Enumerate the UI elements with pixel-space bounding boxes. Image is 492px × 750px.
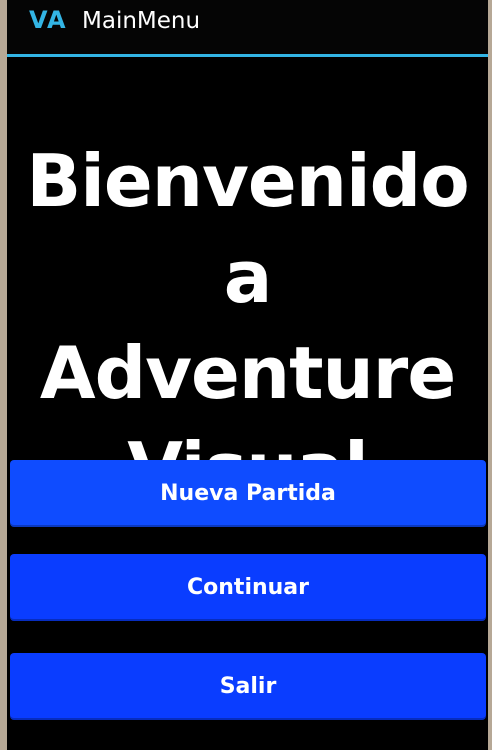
app-logo-icon[interactable]: VA (29, 6, 67, 34)
action-bar: VA MainMenu (7, 0, 488, 57)
action-bar-title: MainMenu (82, 8, 201, 34)
continue-button[interactable]: Continuar (10, 554, 486, 621)
app-screen: VA MainMenu Bienvenido a Adventure Visua… (7, 0, 488, 750)
welcome-line-1: Bienvenido a (26, 139, 469, 319)
welcome-line-2: Adventure (39, 331, 456, 415)
new-game-button[interactable]: Nueva Partida (10, 460, 486, 527)
exit-button[interactable]: Salir (10, 653, 486, 720)
